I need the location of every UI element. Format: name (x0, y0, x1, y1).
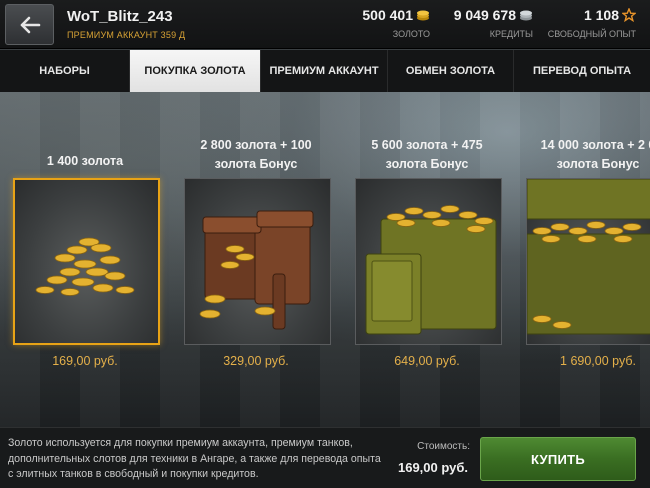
purchase-footer: Золото используется для покупки премиум … (0, 427, 650, 488)
buy-button[interactable]: КУПИТЬ (480, 437, 636, 481)
offer-title-line1: 2 800 золота + 100 (200, 138, 312, 152)
offer-card[interactable] (526, 178, 650, 345)
player-name: WoT_Blitz_243 (67, 8, 173, 25)
small-gold-pile-image (35, 237, 135, 296)
offer-title-line2: золота Бонус (385, 157, 469, 171)
gold-coin-icon (416, 8, 430, 22)
gold-description: Золото используется для покупки премиум … (8, 437, 381, 480)
free-xp-value: 1 108 (583, 7, 619, 23)
credits-label: КРЕДИТЫ (489, 29, 533, 39)
gold-value: 500 401 (362, 7, 413, 23)
cost-value: 169,00 руб. (397, 460, 468, 475)
offer-title: 1 400 золота (46, 154, 124, 168)
free-xp-star-icon (621, 7, 637, 23)
cost-label: Стоимость: (417, 441, 470, 452)
shop-tabs: НАБОРЫ ПОКУПКА ЗОЛОТА ПРЕМИУМ АККАУНТ ОБ… (0, 50, 650, 92)
tab-buy-gold[interactable]: ПОКУПКА ЗОЛОТА (130, 50, 261, 92)
offer-card[interactable] (184, 178, 331, 345)
offer-price: 329,00 руб. (223, 354, 289, 368)
offer-title-line2: золота Бонус (556, 157, 640, 171)
back-arrow-icon (19, 16, 41, 34)
credits-balance: 9 049 678 КРЕДИТЫ (454, 7, 533, 39)
top-bar: WoT_Blitz_243 ПРЕМИУМ АККАУНТ 359 Д 500 … (0, 0, 650, 49)
offer-card-selected[interactable] (13, 178, 160, 345)
tab-premium-account[interactable]: ПРЕМИУМ АККАУНТ (261, 50, 388, 92)
free-xp-balance: 1 108 СВОБОДНЫЙ ОПЫТ (547, 7, 637, 39)
offer-price: 649,00 руб. (394, 354, 460, 368)
premium-account-status: ПРЕМИУМ АККАУНТ 359 Д (67, 30, 186, 40)
offer-price: 169,00 руб. (52, 354, 118, 368)
gold-balance: 500 401 ЗОЛОТО (362, 7, 430, 39)
credits-value: 9 049 678 (453, 7, 516, 23)
gold-label: ЗОЛОТО (392, 29, 430, 39)
offer-title-line2: золота Бонус (214, 157, 298, 171)
credits-icon (519, 8, 533, 22)
offer-title-line1: 14 000 золота + 2 0 (540, 138, 650, 152)
back-button[interactable] (5, 4, 54, 45)
offer-title-line1: 5 600 золота + 475 (371, 138, 483, 152)
leather-pouch-gold-image (199, 210, 314, 330)
tab-bundles[interactable]: НАБОРЫ (0, 50, 130, 92)
offer-price: 1 690,00 руб. (560, 354, 636, 368)
tab-convert-xp[interactable]: ПЕРЕВОД ОПЫТА (514, 50, 650, 92)
free-xp-label: СВОБОДНЫЙ ОПЫТ (547, 29, 636, 39)
large-chest-gold-image (527, 179, 650, 335)
tab-exchange-gold[interactable]: ОБМЕН ЗОЛОТА (388, 50, 514, 92)
offer-card[interactable] (355, 178, 502, 345)
ammo-box-gold-image (365, 205, 497, 335)
